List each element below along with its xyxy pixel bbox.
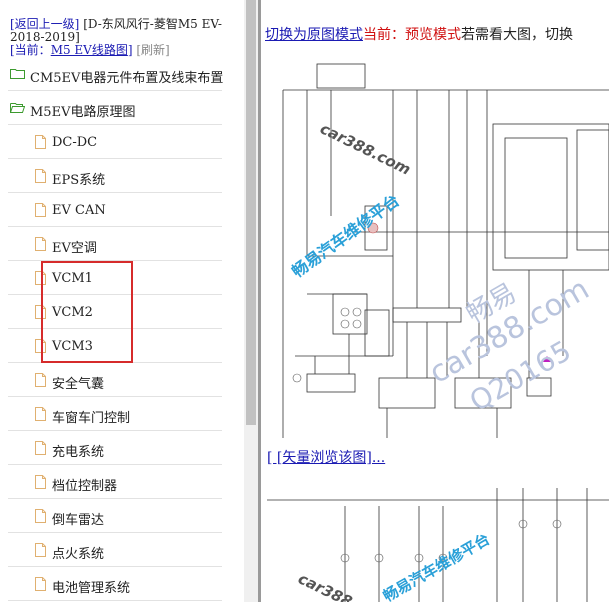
tree-file-label: EV CAN [52,203,106,218]
tree-file-item[interactable]: 安全气囊 [8,364,222,397]
mode-label: 预览模式 [405,27,461,43]
file-icon [35,543,46,557]
file-icon [35,169,46,183]
tree-file-label: 安全气囊 [52,377,105,392]
watermark-brand: 畅易汽车维修平台 [380,530,493,602]
tree-file-label: 点火系统 [52,547,105,562]
tree-file-item[interactable]: 电池管理系统 [8,568,222,601]
current-label: 当前： [363,27,405,43]
current-item-link[interactable]: M5 EV线路图 [51,43,128,57]
tree-folder-item[interactable]: CM5EV电器元件布置及线束布置 [8,58,224,91]
file-icon [35,475,46,489]
tree-file-item[interactable]: 点火系统 [8,534,222,567]
tree-file-item[interactable]: 车窗车门控制 [8,398,222,431]
file-icon [35,135,46,149]
tree-file-label: EPS系统 [52,173,106,188]
folder-closed-icon [10,69,25,79]
tree-file-label: 倒车雷达 [52,513,105,528]
tree-file-item[interactable]: 充电系统 [8,432,222,465]
refresh-link[interactable]: [刷新] [136,43,169,57]
tree-file-item[interactable]: EV CAN [8,194,222,227]
watermark-site: car388.com [317,119,413,178]
tree-file-label: 电池管理系统 [52,581,131,596]
file-tree-panel: [返回上一级] [D-东风风行-菱智M5 EV-2018-2019] [当前：M… [0,0,244,602]
nav-header: [返回上一级] [D-东风风行-菱智M5 EV-2018-2019] [当前：M… [10,18,238,57]
back-link[interactable]: [返回上一级] [10,17,79,31]
watermark-brand: 畅易汽车维修平台 [288,191,403,282]
current-prefix: [当前： [10,43,51,57]
tree-file-label: DC-DC [52,135,98,150]
tree-file-label: EV空调 [52,241,97,256]
hint-text: 若需看大图，切换 [461,27,573,43]
vector-view-link[interactable]: [ [矢量浏览该图]... [267,447,385,467]
highlight-box [41,261,133,363]
circuit-diagram-preview-2[interactable]: car388.com 畅易汽车维修平台 [267,478,609,602]
scrollbar-thumb[interactable] [246,0,256,425]
file-icon [35,203,46,217]
tree-file-item[interactable]: DC-DC [8,126,222,159]
current-suffix: ] [127,43,133,57]
tree-file-item[interactable]: 倒车雷达 [8,500,222,533]
file-icon [35,441,46,455]
tree-file-item[interactable]: EV空调 [8,228,222,261]
tree-file-item[interactable]: EPS系统 [8,160,222,193]
watermark-site: car388.com [295,569,391,602]
tree-folder-label: M5EV电路原理图 [30,105,136,120]
file-icon [35,407,46,421]
switch-original-link[interactable]: 切换为原图模式 [265,27,363,43]
folder-open-icon [10,103,25,113]
file-icon [35,237,46,251]
viewer-toolbar: 切换为原图模式当前：预览模式若需看大图，切换 [265,24,573,44]
tree-file-label: 档位控制器 [52,479,118,494]
tree-file-label: 充电系统 [52,445,105,460]
tree-folder-item-open[interactable]: M5EV电路原理图 [8,92,222,125]
file-icon [35,577,46,591]
file-icon [35,373,46,387]
circuit-diagram-preview[interactable]: 畅易汽车维修平台 car388.com 畅易 car388.com Q20165 [267,56,609,438]
tree-file-item[interactable]: 档位控制器 [8,466,222,499]
diagram-viewer: 切换为原图模式当前：预览模式若需看大图，切换 畅易汽车维修平台 car388.c… [261,0,609,602]
tree-file-label: 车窗车门控制 [52,411,131,426]
file-icon [35,509,46,523]
tree-folder-label: CM5EV电器元件布置及线束布置 [30,71,224,86]
